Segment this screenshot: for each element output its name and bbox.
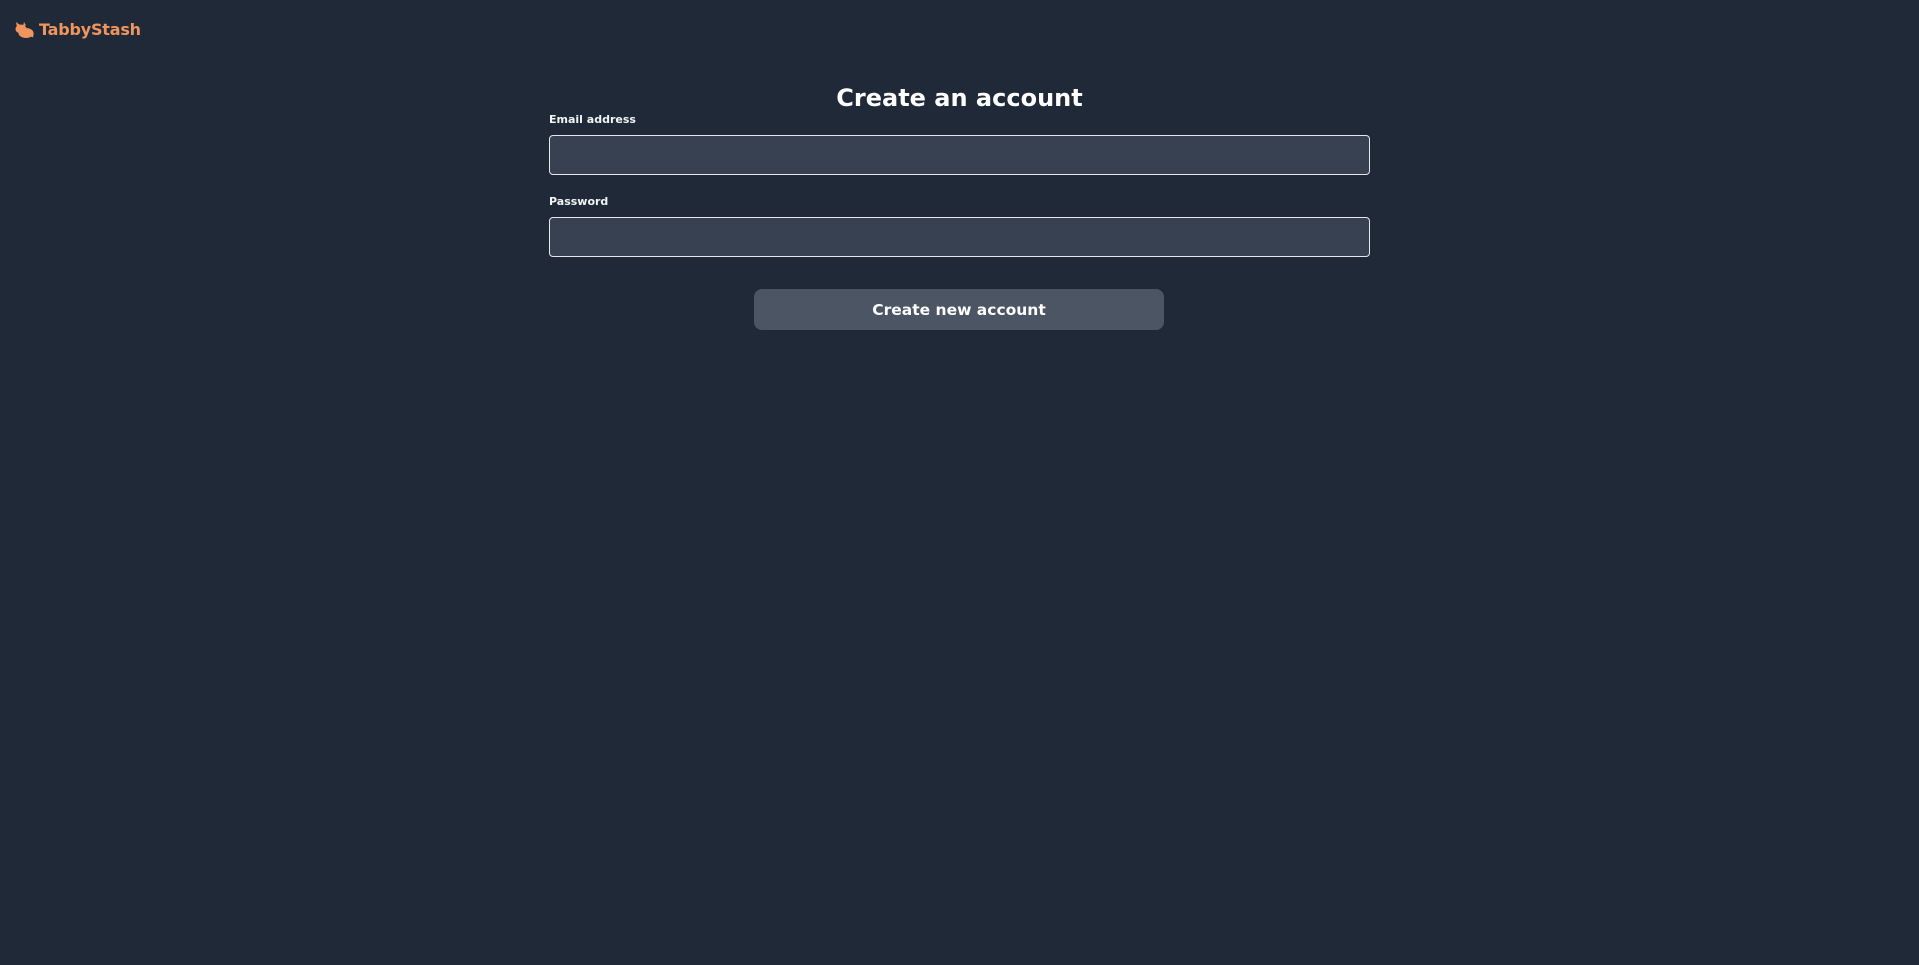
page-title: Create an account	[836, 84, 1083, 112]
brand-name: TabbyStash	[39, 20, 141, 39]
password-field[interactable]	[549, 217, 1370, 257]
cat-icon	[15, 22, 34, 38]
brand-link[interactable]: TabbyStash	[14, 20, 141, 40]
email-field[interactable]	[549, 135, 1370, 175]
app-root: TabbyStash Create an account Email addre…	[0, 0, 1919, 965]
email-label: Email address	[549, 113, 636, 126]
password-label: Password	[549, 195, 609, 208]
create-account-button[interactable]: Create new account	[754, 289, 1164, 330]
